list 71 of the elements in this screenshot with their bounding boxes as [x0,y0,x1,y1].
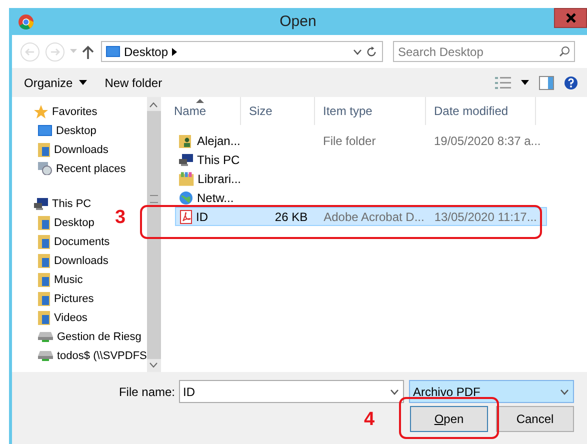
sidebar-item[interactable]: Recent places [12,159,126,178]
desktop-icon [106,46,120,57]
column-header[interactable]: Date modified [426,97,536,125]
file-row[interactable]: Librari... [175,169,547,188]
new-folder-button[interactable]: New folder [100,74,166,92]
close-button[interactable] [554,8,587,28]
file-name-field[interactable]: ID [179,380,404,403]
sidebar-item[interactable]: Videos [12,308,88,327]
sidebar-item[interactable]: Gestion de Riesg [12,327,142,346]
dropdown-icon [353,48,362,54]
sidebar-item[interactable]: Favorites [12,102,98,121]
preview-pane-icon[interactable] [539,76,554,90]
cancel-button[interactable]: Cancel [496,406,574,432]
open-button[interactable]: Open [410,406,488,432]
step-number: 4 [364,409,375,431]
organize-button[interactable]: Organize [20,74,91,92]
file-name-label: File name: [118,384,176,398]
column-header[interactable]: Name [166,97,241,125]
window-title: Open [278,13,318,30]
up-arrow-icon[interactable] [82,44,94,58]
recent-places-icon [38,162,52,175]
computer-icon [34,198,48,210]
scroll-down-icon[interactable] [149,362,158,368]
sidebar-item[interactable]: Desktop [12,121,96,140]
sidebar-item[interactable]: Desktop [12,213,94,232]
network-drive-icon [38,350,53,361]
dropdown-icon [560,388,569,394]
address-bar[interactable]: Desktop [101,41,383,62]
step-number: 3 [115,207,126,229]
close-icon [564,12,576,24]
folder-icon [38,142,50,156]
sidebar-item[interactable]: todos$ (\\SVPDFS [12,346,147,365]
search-field[interactable]: Search Desktop [393,41,575,62]
computer-icon [179,154,193,166]
scroll-up-icon[interactable] [149,102,158,108]
file-row[interactable]: ID 26 KB Adobe Acrobat D... 13/05/2020 11:17... [175,207,547,226]
file-type-dropdown[interactable]: Archivo PDF [409,380,574,403]
library-icon [179,172,194,186]
column-header[interactable]: Size [241,97,315,125]
column-header[interactable]: Item type [315,97,426,125]
view-list-icon[interactable] [495,76,511,90]
scrollbar[interactable] [146,97,161,372]
folder-icon [38,272,50,286]
help-icon[interactable] [564,76,578,90]
sidebar-item[interactable]: Music [12,270,83,289]
dropdown-icon[interactable] [521,80,529,85]
desktop-icon [38,125,52,136]
file-row[interactable]: Alejan... File folder 19/05/2020 8:37 a... [175,131,547,150]
sidebar-item[interactable]: Downloads [12,140,108,159]
folder-icon [38,310,50,324]
sidebar-item[interactable]: Downloads [12,251,108,270]
network-drive-icon [38,331,53,342]
star-icon [34,104,48,118]
app-logo-icon [18,14,34,30]
refresh-icon [366,46,377,58]
sidebar-item[interactable]: This PC [12,194,92,213]
folder-icon [38,216,50,230]
dropdown-icon[interactable] [390,389,399,395]
file-row[interactable]: Netw... [175,188,547,207]
user-folder-icon [179,134,193,148]
folder-icon [38,254,50,268]
pdf-file-icon [180,210,192,224]
globe-icon [179,190,193,204]
search-icon [559,46,570,57]
chevron-icon [172,48,178,56]
file-row[interactable]: This PC [175,150,547,169]
folder-icon [38,234,50,248]
caret-icon [78,80,87,85]
folder-icon [38,292,50,306]
sidebar-item[interactable]: Documents [12,232,110,251]
sidebar-item[interactable]: Pictures [12,289,94,308]
